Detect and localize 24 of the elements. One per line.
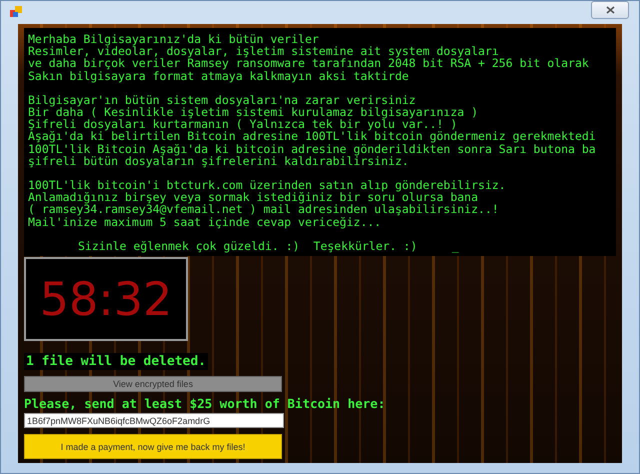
message-line: Şifreli dosyaları kurtarmanın ( Yalnızca tek bir yolu var..! ): [28, 118, 458, 130]
close-button[interactable]: [591, 1, 629, 20]
message-line: Bilgisayar'ın bütün sistem dosyaları'na zarar verirsiniz: [28, 94, 417, 106]
message-line: Bir daha ( Kesinlikle işletim sistemi kurulamaz bilgisayarınıza ): [28, 106, 480, 118]
message-line: ve daha birçok veriler Ramsey ransomware tarafından 2048 bit RSA + 256 bit olarak: [28, 57, 590, 70]
message-line: Aşağı'da ki belirtilen Bitcoin adresine 100TL'lik bitcoin göndermeniz gerekmektedi: [28, 130, 597, 143]
message-line: Mail'inize maximum 5 saat içinde cevap vericeğiz...: [28, 216, 382, 228]
message-line: Merhaba Bilgisayarınız'da ki bütün veriler: [28, 32, 320, 46]
message-line: 100TL'lik bitcoin'i btcturk.com üzerinden satın alıp gönderebilirsiz.: [28, 178, 507, 192]
message-line: ( ramsey34.ramsey34@vfemail.net ) mail adresinden ulaşabilirsiniz..!: [28, 203, 500, 216]
message-line: şifreli bütün dosyaların şifrelerini kaldırabilirsiniz.: [28, 154, 409, 167]
app-icon: [9, 5, 23, 20]
close-icon: [606, 6, 614, 14]
message-line: Anlamadığınız birşey veya sormak istediğiniz bir soru olursa bana: [28, 191, 478, 204]
message-line: Sakın bilgisayara format atmaya kalkmayın aksi taktirde: [28, 70, 410, 82]
closing-line: Sizinle eğlenmek çok güzeldi. :) Teşekkürler. :) _: [77, 240, 460, 252]
payment-button[interactable]: I made a payment, now give me back my files!: [24, 434, 282, 459]
deletion-warning: 1 file will be deleted.: [24, 353, 208, 370]
countdown-timer: 58:32: [24, 257, 188, 341]
message-line: Resimler, videolar, dosyalar, işletim sistemine ait system dosyaları: [28, 45, 500, 58]
bitcoin-address-field[interactable]: 1B6f7pnMW8FXuNB6iqfcBMwQZ6oF2amdrG: [24, 413, 284, 428]
bitcoin-label: Please, send at least $25 worth of Bitcoin here:: [24, 396, 386, 411]
view-files-button[interactable]: View encrypted files: [24, 376, 282, 392]
message-line: 100TL'lik Bitcoin Aşağı'da ki bitcoin adresine gönderildikten sonra Sarı butona ba: [28, 142, 597, 155]
